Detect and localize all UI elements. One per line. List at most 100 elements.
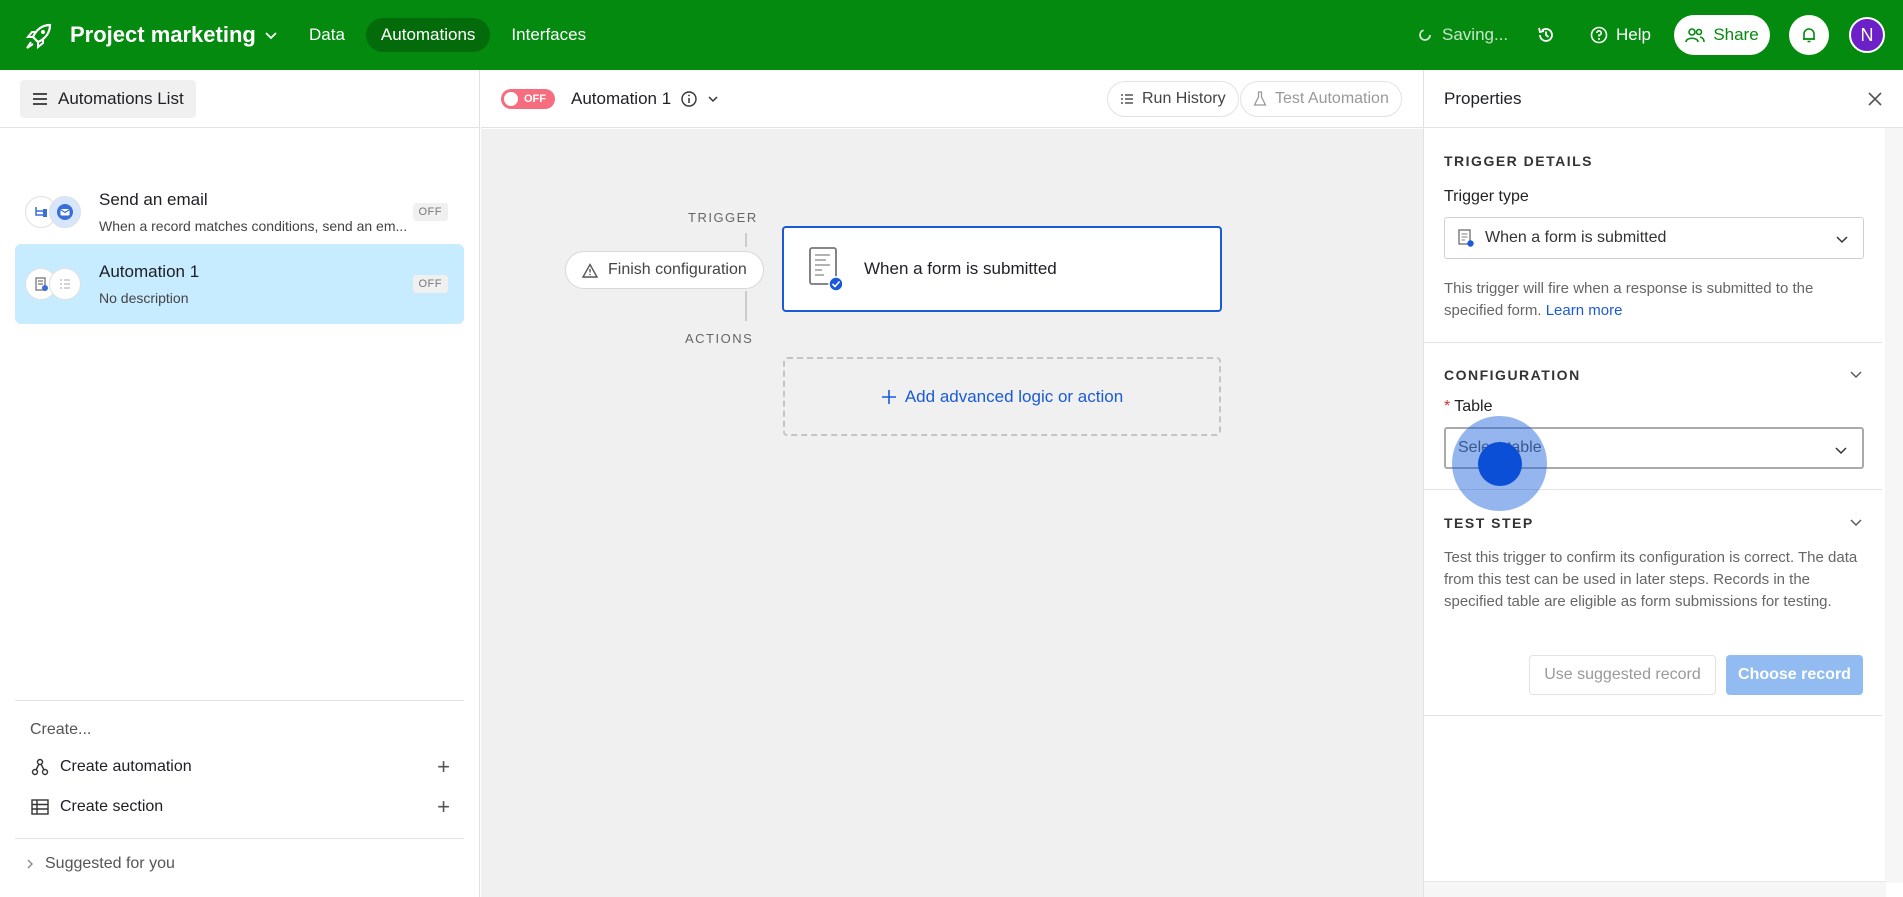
trigger-type-value: When a form is submitted	[1485, 229, 1667, 246]
actions-section-label: ACTIONS	[685, 331, 754, 346]
automations-list-button[interactable]: Automations List	[20, 80, 196, 118]
table-label-text: Table	[1454, 398, 1493, 415]
toggle-label: OFF	[524, 93, 546, 105]
trigger-help: This trigger will fire when a response i…	[1444, 280, 1814, 319]
automation-icon	[31, 758, 49, 776]
help-label: Help	[1616, 25, 1651, 44]
automation-item-automation-1[interactable]: Automation 1 No description OFF	[15, 244, 464, 324]
trigger-name: When a form is submitted	[864, 259, 1057, 278]
saving-text: Saving...	[1442, 25, 1509, 44]
trigger-help-text: This trigger will fire when a response i…	[1444, 278, 1864, 322]
status-badge: OFF	[412, 203, 448, 221]
create-section-button[interactable]: Create section +	[30, 793, 450, 821]
add-action-button[interactable]: Add advanced logic or action	[783, 357, 1221, 436]
add-action-label: Add advanced logic or action	[904, 386, 1124, 406]
vertical-scrollbar[interactable]	[1885, 128, 1903, 883]
connector-line	[745, 233, 747, 247]
automation-name: Automation 1	[99, 262, 200, 281]
help-button[interactable]: Help	[1590, 25, 1651, 45]
avatar[interactable]: N	[1849, 17, 1885, 53]
trigger-type-select[interactable]: When a form is submitted	[1444, 217, 1864, 259]
finish-configuration-label: Finish configuration	[608, 261, 747, 278]
list-icon	[1121, 94, 1133, 104]
nav-interfaces[interactable]: Interfaces	[496, 18, 601, 52]
plus-icon: +	[437, 754, 450, 779]
saving-status: Saving...	[1418, 25, 1508, 45]
run-history-button[interactable]: Run History	[1107, 81, 1239, 117]
nav-data[interactable]: Data	[294, 18, 360, 52]
form-document-icon	[809, 247, 842, 292]
hamburger-icon	[33, 93, 47, 105]
choose-record-button[interactable]: Choose record	[1726, 655, 1863, 695]
chevron-down-icon	[1835, 447, 1847, 455]
configuration-heading: CONFIGURATION	[1444, 367, 1581, 383]
flask-icon	[1253, 91, 1267, 106]
sidebar-header: Automations List	[0, 70, 479, 128]
placeholder-step-icon	[49, 268, 81, 300]
base-name-dropdown[interactable]: Project marketing	[70, 22, 278, 48]
toggle-knob	[504, 92, 518, 106]
automation-name: Send an email	[99, 190, 208, 209]
share-label: Share	[1713, 25, 1759, 44]
test-automation-label: Test Automation	[1275, 90, 1389, 107]
automation-item-send-email[interactable]: Send an email When a record matches cond…	[15, 172, 464, 252]
learn-more-link[interactable]: Learn more	[1546, 302, 1623, 319]
automations-list-label: Automations List	[58, 89, 184, 108]
automation-toggle[interactable]: OFF	[501, 89, 555, 109]
main-nav: Data Automations Interfaces	[294, 18, 601, 52]
suggested-for-you-toggle[interactable]: Suggested for you	[15, 838, 464, 873]
notifications-button[interactable]	[1789, 15, 1829, 55]
chevron-down-icon	[1836, 236, 1848, 244]
warning-icon	[582, 262, 598, 278]
chevron-down-icon	[708, 96, 718, 103]
bell-icon	[1803, 28, 1815, 43]
top-bar: Project marketing Data Automations Inter…	[0, 0, 1903, 70]
chevron-right-icon	[27, 859, 33, 869]
properties-title: Properties	[1444, 89, 1522, 108]
trigger-card[interactable]: When a form is submitted	[782, 226, 1222, 312]
nav-automations[interactable]: Automations	[365, 18, 491, 52]
automation-title: Automation 1	[571, 89, 672, 108]
close-icon[interactable]	[1867, 91, 1883, 107]
test-automation-button[interactable]: Test Automation	[1240, 81, 1402, 117]
info-icon[interactable]	[681, 91, 697, 107]
automation-step-icons	[25, 268, 81, 302]
trigger-type-label: Trigger type	[1444, 188, 1529, 205]
run-history-label: Run History	[1142, 90, 1226, 107]
automations-sidebar: Automations List Send an email When a re…	[0, 70, 480, 897]
trigger-details-heading: TRIGGER DETAILS	[1444, 153, 1594, 169]
question-circle-icon	[1590, 26, 1608, 44]
plus-icon	[881, 389, 896, 404]
form-icon	[1458, 229, 1474, 247]
automation-title-dropdown[interactable]: Automation 1	[571, 89, 719, 109]
divider	[1424, 715, 1882, 716]
spinner-icon	[1419, 29, 1431, 41]
horizontal-scrollbar[interactable]	[1424, 881, 1886, 897]
automation-description: When a record matches conditions, send a…	[99, 218, 408, 234]
automation-header: OFF Automation 1 Run History Test Automa…	[481, 70, 1423, 128]
automation-step-icons	[25, 196, 81, 230]
create-automation-button[interactable]: Create automation +	[30, 753, 450, 781]
cursor-dot	[1478, 442, 1522, 486]
connector-line	[745, 291, 747, 321]
sidebar-create-section: Create... Create automation + Create sec…	[15, 700, 464, 838]
test-step-heading: TEST STEP	[1444, 515, 1534, 531]
create-label: Create...	[30, 721, 92, 738]
table-icon	[31, 799, 49, 815]
finish-configuration-button[interactable]: Finish configuration	[565, 251, 764, 289]
automation-canvas: TRIGGER Finish configuration When a form…	[481, 129, 1423, 897]
chevron-down-icon	[265, 32, 277, 40]
plus-icon: +	[437, 794, 450, 819]
users-icon	[1685, 28, 1706, 43]
status-badge: OFF	[412, 275, 448, 293]
chevron-down-icon[interactable]	[1849, 515, 1863, 529]
chevron-down-icon[interactable]	[1849, 367, 1863, 381]
test-help-text: Test this trigger to confirm its configu…	[1444, 549, 1858, 610]
share-button[interactable]: Share	[1674, 15, 1770, 55]
email-icon	[49, 196, 81, 228]
rocket-logo-icon[interactable]	[24, 21, 54, 51]
properties-header: Properties	[1424, 70, 1903, 128]
use-suggested-record-button[interactable]: Use suggested record	[1529, 655, 1716, 695]
suggested-label: Suggested for you	[45, 855, 175, 872]
history-icon[interactable]	[1536, 25, 1556, 45]
